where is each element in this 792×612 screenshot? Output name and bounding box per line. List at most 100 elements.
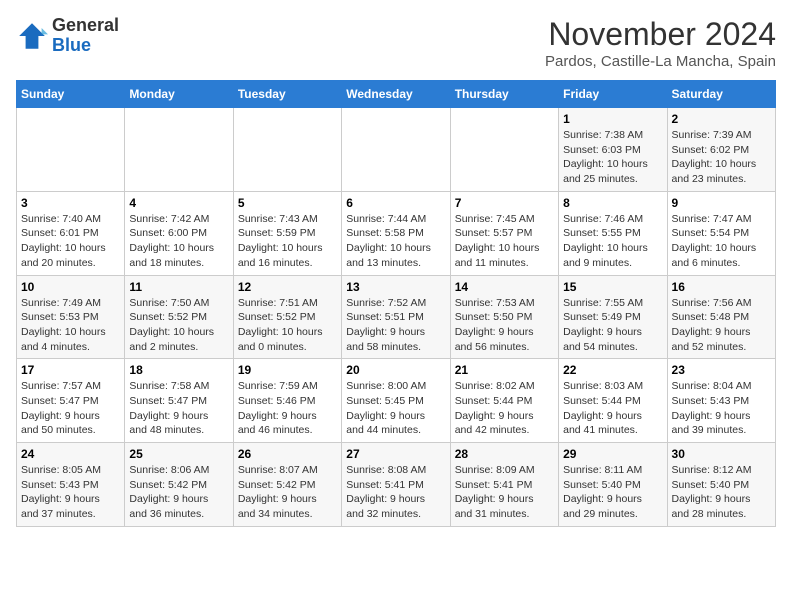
day-number: 21 [455,363,554,377]
day-info: Sunrise: 8:12 AM Sunset: 5:40 PM Dayligh… [672,463,771,522]
calendar-cell: 6 Sunrise: 7:44 AM Sunset: 5:58 PM Daylig… [342,191,450,275]
calendar-cell [450,108,558,192]
location: Pardos, Castille-La Mancha, Spain [545,53,776,70]
weekday-header: Thursday [450,81,558,108]
calendar-cell: 9 Sunrise: 7:47 AM Sunset: 5:54 PM Daylig… [667,191,775,275]
day-number: 15 [563,280,662,294]
day-info: Sunrise: 8:00 AM Sunset: 5:45 PM Dayligh… [346,379,445,438]
calendar-cell: 24 Sunrise: 8:05 AM Sunset: 5:43 PM Dayli… [17,443,125,527]
day-number: 3 [21,196,120,210]
day-number: 14 [455,280,554,294]
calendar-cell: 3 Sunrise: 7:40 AM Sunset: 6:01 PM Daylig… [17,191,125,275]
day-number: 1 [563,112,662,126]
weekday-header: Wednesday [342,81,450,108]
day-number: 20 [346,363,445,377]
calendar-cell: 7Sunrise: 7:45 AM Sunset: 5:57 PM Daylig… [450,191,558,275]
day-info: Sunrise: 7:53 AM Sunset: 5:50 PM Dayligh… [455,296,554,355]
day-number: 10 [21,280,120,294]
day-info: Sunrise: 8:02 AM Sunset: 5:44 PM Dayligh… [455,379,554,438]
day-info: Sunrise: 7:58 AM Sunset: 5:47 PM Dayligh… [129,379,228,438]
calendar-cell: 30 Sunrise: 8:12 AM Sunset: 5:40 PM Dayli… [667,443,775,527]
day-number: 17 [21,363,120,377]
calendar-cell: 13Sunrise: 7:52 AM Sunset: 5:51 PM Dayli… [342,275,450,359]
calendar-cell: 15 Sunrise: 7:55 AM Sunset: 5:49 PM Dayli… [559,275,667,359]
day-number: 4 [129,196,228,210]
logo-text: General Blue [52,16,119,56]
day-number: 8 [563,196,662,210]
day-number: 11 [129,280,228,294]
logo-icon [16,20,48,52]
day-info: Sunrise: 7:46 AM Sunset: 5:55 PM Dayligh… [563,212,662,271]
calendar-week-row: 17Sunrise: 7:57 AM Sunset: 5:47 PM Dayli… [17,359,776,443]
calendar-cell: 21 Sunrise: 8:02 AM Sunset: 5:44 PM Dayli… [450,359,558,443]
day-info: Sunrise: 8:03 AM Sunset: 5:44 PM Dayligh… [563,379,662,438]
day-number: 26 [238,447,337,461]
calendar-week-row: 3 Sunrise: 7:40 AM Sunset: 6:01 PM Daylig… [17,191,776,275]
calendar-cell: 12Sunrise: 7:51 AM Sunset: 5:52 PM Dayli… [233,275,341,359]
day-number: 24 [21,447,120,461]
calendar-cell: 26 Sunrise: 8:07 AM Sunset: 5:42 PM Dayli… [233,443,341,527]
day-number: 6 [346,196,445,210]
calendar-cell: 10 Sunrise: 7:49 AM Sunset: 5:53 PM Dayli… [17,275,125,359]
day-info: Sunrise: 8:07 AM Sunset: 5:42 PM Dayligh… [238,463,337,522]
day-info: Sunrise: 8:09 AM Sunset: 5:41 PM Dayligh… [455,463,554,522]
logo: General Blue [16,16,119,56]
day-info: Sunrise: 7:44 AM Sunset: 5:58 PM Dayligh… [346,212,445,271]
calendar-cell: 11Sunrise: 7:50 AM Sunset: 5:52 PM Dayli… [125,275,233,359]
page-header: General Blue November 2024 Pardos, Casti… [16,16,776,70]
day-info: Sunrise: 8:08 AM Sunset: 5:41 PM Dayligh… [346,463,445,522]
title-block: November 2024 Pardos, Castille-La Mancha… [545,16,776,70]
day-number: 28 [455,447,554,461]
calendar-cell: 18 Sunrise: 7:58 AM Sunset: 5:47 PM Dayli… [125,359,233,443]
day-info: Sunrise: 7:52 AM Sunset: 5:51 PM Dayligh… [346,296,445,355]
calendar-cell [17,108,125,192]
day-number: 25 [129,447,228,461]
weekday-header: Saturday [667,81,775,108]
calendar-body: 1 Sunrise: 7:38 AM Sunset: 6:03 PM Daylig… [17,108,776,527]
day-number: 18 [129,363,228,377]
day-info: Sunrise: 7:39 AM Sunset: 6:02 PM Dayligh… [672,128,771,187]
calendar-week-row: 1 Sunrise: 7:38 AM Sunset: 6:03 PM Daylig… [17,108,776,192]
day-info: Sunrise: 7:43 AM Sunset: 5:59 PM Dayligh… [238,212,337,271]
calendar-cell: 20 Sunrise: 8:00 AM Sunset: 5:45 PM Dayli… [342,359,450,443]
day-info: Sunrise: 8:04 AM Sunset: 5:43 PM Dayligh… [672,379,771,438]
day-number: 23 [672,363,771,377]
weekday-header: Monday [125,81,233,108]
day-number: 29 [563,447,662,461]
day-info: Sunrise: 8:06 AM Sunset: 5:42 PM Dayligh… [129,463,228,522]
calendar-cell: 2 Sunrise: 7:39 AM Sunset: 6:02 PM Daylig… [667,108,775,192]
day-info: Sunrise: 7:56 AM Sunset: 5:48 PM Dayligh… [672,296,771,355]
day-info: Sunrise: 7:55 AM Sunset: 5:49 PM Dayligh… [563,296,662,355]
month-title: November 2024 [545,16,776,53]
calendar-cell [233,108,341,192]
calendar-cell: 4 Sunrise: 7:42 AM Sunset: 6:00 PM Daylig… [125,191,233,275]
calendar-cell: 29 Sunrise: 8:11 AM Sunset: 5:40 PM Dayli… [559,443,667,527]
day-info: Sunrise: 7:42 AM Sunset: 6:00 PM Dayligh… [129,212,228,271]
calendar-table: SundayMondayTuesdayWednesdayThursdayFrid… [16,80,776,527]
day-info: Sunrise: 8:11 AM Sunset: 5:40 PM Dayligh… [563,463,662,522]
day-number: 9 [672,196,771,210]
day-info: Sunrise: 7:40 AM Sunset: 6:01 PM Dayligh… [21,212,120,271]
calendar-cell: 25 Sunrise: 8:06 AM Sunset: 5:42 PM Dayli… [125,443,233,527]
day-info: Sunrise: 7:38 AM Sunset: 6:03 PM Dayligh… [563,128,662,187]
calendar-cell [342,108,450,192]
calendar-cell: 1 Sunrise: 7:38 AM Sunset: 6:03 PM Daylig… [559,108,667,192]
calendar-week-row: 10 Sunrise: 7:49 AM Sunset: 5:53 PM Dayli… [17,275,776,359]
day-number: 2 [672,112,771,126]
day-number: 30 [672,447,771,461]
day-info: Sunrise: 7:59 AM Sunset: 5:46 PM Dayligh… [238,379,337,438]
weekday-row: SundayMondayTuesdayWednesdayThursdayFrid… [17,81,776,108]
calendar-header: SundayMondayTuesdayWednesdayThursdayFrid… [17,81,776,108]
calendar-cell: 17Sunrise: 7:57 AM Sunset: 5:47 PM Dayli… [17,359,125,443]
day-info: Sunrise: 7:49 AM Sunset: 5:53 PM Dayligh… [21,296,120,355]
weekday-header: Friday [559,81,667,108]
day-info: Sunrise: 7:47 AM Sunset: 5:54 PM Dayligh… [672,212,771,271]
day-number: 19 [238,363,337,377]
day-info: Sunrise: 8:05 AM Sunset: 5:43 PM Dayligh… [21,463,120,522]
calendar-cell: 22 Sunrise: 8:03 AM Sunset: 5:44 PM Dayli… [559,359,667,443]
day-number: 12 [238,280,337,294]
calendar-cell: 19 Sunrise: 7:59 AM Sunset: 5:46 PM Dayli… [233,359,341,443]
day-number: 7 [455,196,554,210]
day-number: 22 [563,363,662,377]
calendar-cell: 23 Sunrise: 8:04 AM Sunset: 5:43 PM Dayli… [667,359,775,443]
